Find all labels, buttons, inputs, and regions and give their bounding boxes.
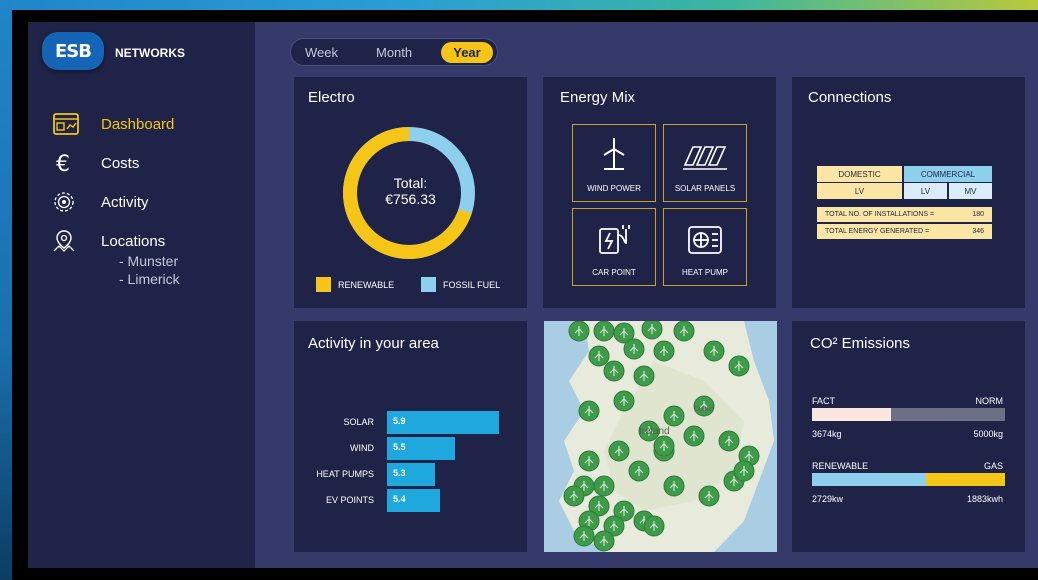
- bar-label: SOLAR: [343, 417, 374, 427]
- co2-card: CO² Emissions FACT NORM 3674kg 5000kg RE…: [792, 321, 1025, 552]
- brand-name: NETWORKS: [115, 46, 185, 60]
- sidebar-item-locations[interactable]: Locations: [52, 229, 165, 253]
- legend-renewable-swatch: [316, 277, 331, 292]
- sidebar-item-dashboard[interactable]: Dashboard: [52, 112, 174, 136]
- tile-heat-pump[interactable]: HEAT PUMP: [663, 208, 747, 286]
- tile-car-point[interactable]: CAR POINT: [572, 208, 656, 286]
- esb-logo[interactable]: ESB: [42, 32, 104, 70]
- dashboard-icon: [52, 112, 84, 136]
- tile-label: HEAT PUMP: [682, 268, 728, 277]
- energy-mix-card: Energy Mix WIND POWER SOLAR PANELS CAR P…: [543, 77, 776, 308]
- sidebar: ESB NETWORKS Dashboard € Costs Activity …: [28, 22, 255, 568]
- period-toggle: Week Month Year: [290, 38, 498, 66]
- domestic-header: DOMESTIC: [817, 166, 902, 182]
- donut-total-value: €756.33: [385, 191, 436, 207]
- sidebar-item-label: Costs: [101, 154, 140, 172]
- tile-label: CAR POINT: [592, 268, 636, 277]
- ireland-map: Dublin Ireland: [544, 321, 777, 552]
- commercial-mv: MV: [949, 183, 992, 199]
- bar-label: WIND: [350, 443, 374, 453]
- sidebar-subitem-limerick[interactable]: - Limerick: [119, 271, 180, 287]
- legend-renewable-label: RENEWABLE: [338, 280, 395, 290]
- bar-value: 5.4: [393, 494, 406, 504]
- energy-generated-value: 346: [972, 228, 984, 235]
- tile-solar-panels[interactable]: SOLAR PANELS: [663, 124, 747, 202]
- bar-value: 5.3: [393, 468, 406, 478]
- sidebar-item-costs[interactable]: € Costs: [52, 151, 139, 175]
- map-label-ireland: Ireland: [639, 426, 670, 437]
- card-title: Connections: [808, 89, 892, 106]
- sidebar-subitem-munster[interactable]: - Munster: [119, 253, 178, 269]
- installations-row: TOTAL NO. OF INSTALLATIONS = 180: [817, 207, 992, 222]
- activity-icon: [52, 190, 84, 214]
- bar-value: 5.9: [393, 416, 406, 426]
- bar[interactable]: 5.4: [387, 489, 440, 512]
- solar-panel-icon: [683, 146, 727, 170]
- bar-value: 5.5: [393, 442, 406, 452]
- commercial-header: COMMERCIAL: [904, 166, 992, 182]
- toggle-month[interactable]: Month: [376, 45, 412, 60]
- toggle-week[interactable]: Week: [305, 45, 338, 60]
- fact-bar-fill: [812, 408, 892, 421]
- renewable-bar-fill: [812, 473, 926, 486]
- tile-wind-power[interactable]: WIND POWER: [572, 124, 656, 202]
- energy-generated-label: TOTAL ENERGY GENERATED =: [825, 228, 930, 235]
- renewable-gas-bar: [812, 473, 1005, 486]
- wind-turbine-icon: [603, 138, 625, 170]
- bar[interactable]: 5.5: [387, 437, 456, 460]
- legend-fossil-swatch: [421, 277, 436, 292]
- frame-left-glow: [0, 0, 12, 580]
- connections-card: Connections DOMESTIC COMMERCIAL LV LV MV…: [792, 77, 1025, 308]
- renewable-label: RENEWABLE: [812, 461, 869, 471]
- tile-label: WIND POWER: [587, 184, 641, 193]
- installations-label: TOTAL NO. OF INSTALLATIONS =: [825, 211, 935, 218]
- electro-card: Electro Total: €756.33 RENEWABLE FOSSIL …: [294, 77, 527, 308]
- bar[interactable]: 5.9: [387, 411, 499, 434]
- bar-label: EV POINTS: [325, 495, 374, 505]
- card-title: Energy Mix: [560, 89, 636, 106]
- activity-map[interactable]: Dublin Ireland: [544, 321, 777, 552]
- installations-value: 180: [972, 211, 984, 218]
- domestic-lv: LV: [817, 183, 902, 199]
- heat-pump-icon: [688, 226, 722, 254]
- fact-value: 3674kg: [812, 429, 842, 439]
- sidebar-item-label: Activity: [101, 193, 149, 211]
- norm-value: 5000kg: [973, 429, 1003, 439]
- location-icon: [52, 229, 84, 253]
- sidebar-item-label: Locations: [101, 232, 166, 250]
- energy-generated-row: TOTAL ENERGY GENERATED = 346: [817, 224, 992, 239]
- map-label-dublin: Dublin: [694, 406, 714, 413]
- norm-label: NORM: [975, 396, 1004, 406]
- card-title: CO² Emissions: [810, 335, 911, 352]
- fact-label: FACT: [812, 396, 836, 406]
- gas-value: 1883kwh: [966, 494, 1003, 504]
- euro-icon: €: [52, 151, 84, 175]
- svg-text:€: €: [56, 152, 70, 175]
- tile-label: SOLAR PANELS: [674, 184, 736, 193]
- fact-norm-bar: [812, 408, 1005, 421]
- frame-top-glow: [0, 0, 1038, 10]
- card-title: Electro: [308, 89, 355, 106]
- sidebar-item-label: Dashboard: [101, 115, 175, 133]
- bar-label: HEAT PUMPS: [316, 469, 374, 479]
- bar[interactable]: 5.3: [387, 463, 436, 486]
- activity-card: Activity in your area SOLAR 5.9 WIND 5.5 HEA…: [294, 321, 527, 552]
- card-title: Activity in your area: [308, 335, 439, 352]
- gas-label: GAS: [983, 461, 1003, 471]
- legend-fossil-label: FOSSIL FUEL: [443, 280, 501, 290]
- ev-charger-icon: [599, 225, 630, 254]
- donut-total-label: Total:: [393, 175, 428, 191]
- renewable-value: 2729kw: [812, 494, 844, 504]
- sidebar-item-activity[interactable]: Activity: [52, 190, 149, 214]
- dashboard-screen: ESB NETWORKS Dashboard € Costs Activity …: [28, 22, 1038, 568]
- commercial-lv: LV: [904, 183, 947, 199]
- toggle-year[interactable]: Year: [441, 42, 493, 63]
